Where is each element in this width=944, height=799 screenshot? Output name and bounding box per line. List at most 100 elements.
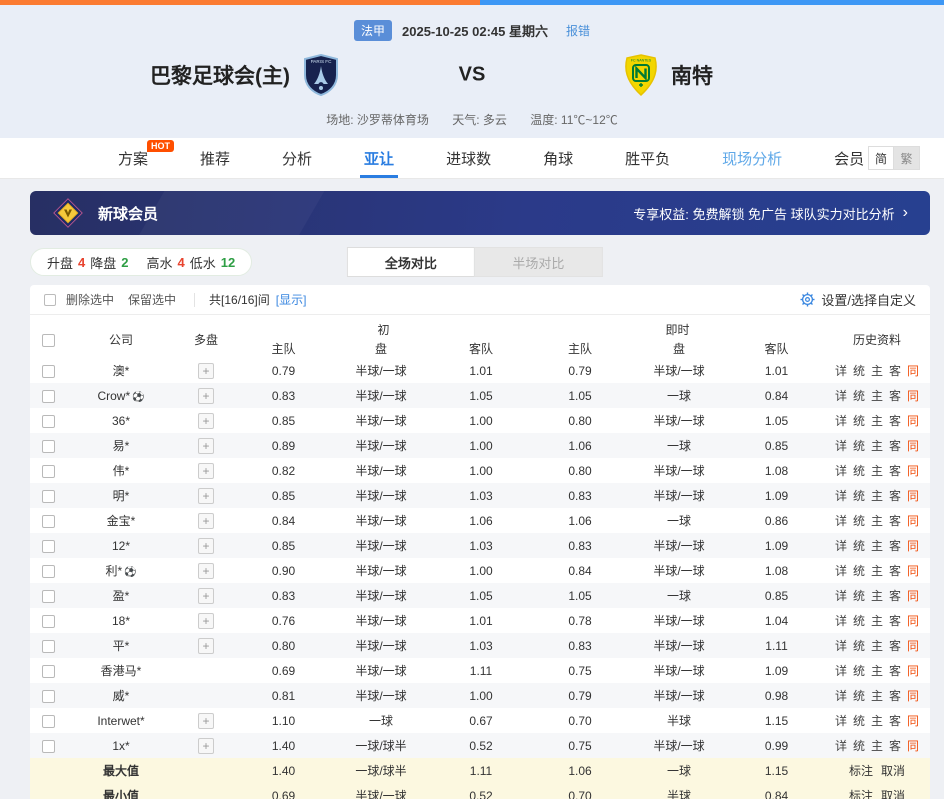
lang-simplified-button[interactable]: 简 <box>868 146 894 170</box>
detail-link[interactable]: 详 <box>835 639 847 653</box>
away-history-link[interactable]: 客 <box>889 689 901 703</box>
same-odds-link[interactable]: 同 <box>907 389 919 403</box>
row-checkbox[interactable] <box>42 615 55 628</box>
away-history-link[interactable]: 客 <box>889 414 901 428</box>
detail-link[interactable]: 详 <box>835 564 847 578</box>
same-odds-link[interactable]: 同 <box>907 414 919 428</box>
cancel-link[interactable]: 取消 <box>881 789 905 799</box>
expand-multi-odds-button[interactable]: + <box>198 388 214 404</box>
stats-link[interactable]: 统 <box>853 439 865 453</box>
tab-corners[interactable]: 角球 <box>543 138 573 178</box>
detail-link[interactable]: 详 <box>835 439 847 453</box>
show-link[interactable]: [显示] <box>276 291 307 308</box>
home-history-link[interactable]: 主 <box>871 489 883 503</box>
stats-link[interactable]: 统 <box>853 639 865 653</box>
row-checkbox[interactable] <box>42 415 55 428</box>
header-checkbox[interactable] <box>42 334 55 347</box>
stats-link[interactable]: 统 <box>853 664 865 678</box>
away-history-link[interactable]: 客 <box>889 714 901 728</box>
detail-link[interactable]: 详 <box>835 539 847 553</box>
stats-link[interactable]: 统 <box>853 689 865 703</box>
expand-multi-odds-button[interactable]: + <box>198 538 214 554</box>
cancel-link[interactable]: 取消 <box>881 764 905 778</box>
same-odds-link[interactable]: 同 <box>907 564 919 578</box>
same-odds-link[interactable]: 同 <box>907 439 919 453</box>
row-checkbox[interactable] <box>42 540 55 553</box>
expand-multi-odds-button[interactable]: + <box>198 613 214 629</box>
stats-link[interactable]: 统 <box>853 614 865 628</box>
stats-link[interactable]: 统 <box>853 414 865 428</box>
row-checkbox[interactable] <box>42 690 55 703</box>
detail-link[interactable]: 详 <box>835 389 847 403</box>
row-checkbox[interactable] <box>42 715 55 728</box>
row-checkbox[interactable] <box>42 390 55 403</box>
same-odds-link[interactable]: 同 <box>907 664 919 678</box>
detail-link[interactable]: 详 <box>835 414 847 428</box>
detail-link[interactable]: 详 <box>835 714 847 728</box>
tab-asian-handicap[interactable]: 亚让 <box>364 138 394 178</box>
away-history-link[interactable]: 客 <box>889 389 901 403</box>
stats-link[interactable]: 统 <box>853 464 865 478</box>
expand-multi-odds-button[interactable]: + <box>198 738 214 754</box>
row-checkbox[interactable] <box>42 565 55 578</box>
same-odds-link[interactable]: 同 <box>907 514 919 528</box>
expand-multi-odds-button[interactable]: + <box>198 413 214 429</box>
home-history-link[interactable]: 主 <box>871 714 883 728</box>
away-history-link[interactable]: 客 <box>889 589 901 603</box>
tab-analysis[interactable]: 分析 <box>282 138 312 178</box>
home-history-link[interactable]: 主 <box>871 464 883 478</box>
same-odds-link[interactable]: 同 <box>907 364 919 378</box>
detail-link[interactable]: 详 <box>835 464 847 478</box>
away-history-link[interactable]: 客 <box>889 514 901 528</box>
row-checkbox[interactable] <box>42 515 55 528</box>
home-history-link[interactable]: 主 <box>871 539 883 553</box>
tab-live-analysis[interactable]: 现场分析 <box>722 138 782 178</box>
keep-selected-button[interactable]: 保留选中 <box>128 291 176 308</box>
tab-goals[interactable]: 进球数 <box>446 138 491 178</box>
away-history-link[interactable]: 客 <box>889 364 901 378</box>
same-odds-link[interactable]: 同 <box>907 689 919 703</box>
home-history-link[interactable]: 主 <box>871 639 883 653</box>
stats-link[interactable]: 统 <box>853 514 865 528</box>
select-all-checkbox[interactable] <box>44 294 56 306</box>
mark-link[interactable]: 标注 <box>849 789 873 799</box>
home-history-link[interactable]: 主 <box>871 389 883 403</box>
away-history-link[interactable]: 客 <box>889 539 901 553</box>
expand-multi-odds-button[interactable]: + <box>198 488 214 504</box>
stats-link[interactable]: 统 <box>853 589 865 603</box>
expand-multi-odds-button[interactable]: + <box>198 588 214 604</box>
tab-membership[interactable]: 会员 <box>834 138 864 178</box>
away-history-link[interactable]: 客 <box>889 564 901 578</box>
same-odds-link[interactable]: 同 <box>907 739 919 753</box>
detail-link[interactable]: 详 <box>835 589 847 603</box>
detail-link[interactable]: 详 <box>835 489 847 503</box>
stats-link[interactable]: 统 <box>853 539 865 553</box>
row-checkbox[interactable] <box>42 490 55 503</box>
expand-multi-odds-button[interactable]: + <box>198 438 214 454</box>
home-history-link[interactable]: 主 <box>871 514 883 528</box>
stats-link[interactable]: 统 <box>853 714 865 728</box>
same-odds-link[interactable]: 同 <box>907 639 919 653</box>
same-odds-link[interactable]: 同 <box>907 464 919 478</box>
same-odds-link[interactable]: 同 <box>907 489 919 503</box>
same-odds-link[interactable]: 同 <box>907 539 919 553</box>
half-match-toggle-button[interactable]: 半场对比 <box>475 247 603 277</box>
home-history-link[interactable]: 主 <box>871 739 883 753</box>
same-odds-link[interactable]: 同 <box>907 614 919 628</box>
stats-link[interactable]: 统 <box>853 739 865 753</box>
stats-link[interactable]: 统 <box>853 364 865 378</box>
away-history-link[interactable]: 客 <box>889 614 901 628</box>
report-error-link[interactable]: 报错 <box>566 22 590 39</box>
expand-multi-odds-button[interactable]: + <box>198 363 214 379</box>
away-history-link[interactable]: 客 <box>889 664 901 678</box>
expand-multi-odds-button[interactable]: + <box>198 513 214 529</box>
row-checkbox[interactable] <box>42 740 55 753</box>
detail-link[interactable]: 详 <box>835 664 847 678</box>
detail-link[interactable]: 详 <box>835 614 847 628</box>
away-history-link[interactable]: 客 <box>889 739 901 753</box>
tab-plans[interactable]: 方案 HOT <box>118 138 148 178</box>
home-history-link[interactable]: 主 <box>871 414 883 428</box>
row-checkbox[interactable] <box>42 440 55 453</box>
expand-multi-odds-button[interactable]: + <box>198 638 214 654</box>
tab-1x2[interactable]: 胜平负 <box>625 138 670 178</box>
